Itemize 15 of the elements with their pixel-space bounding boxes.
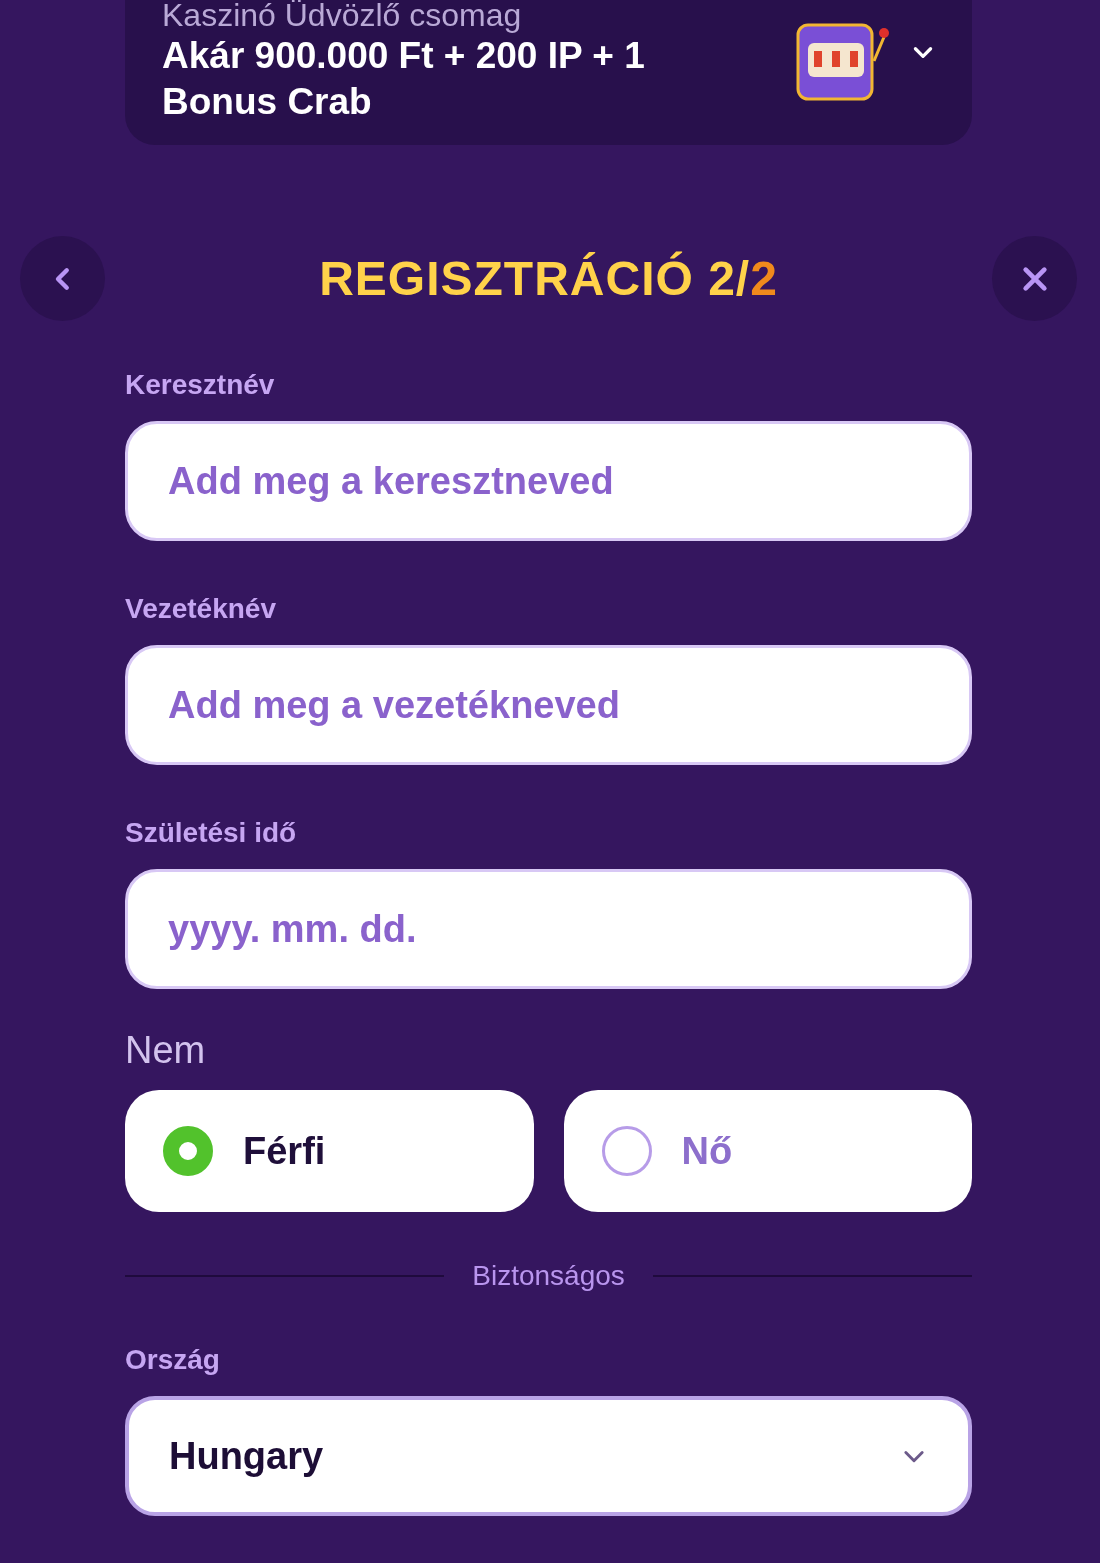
field-label: Születési idő [125,817,298,849]
promo-title: Akár 900.000 Ft + 200 IP + 1 Bonus Crab [162,34,646,124]
country-select[interactable]: Hungary [125,1396,972,1516]
page-title: REGISZTRÁCIÓ 2/2 [319,251,778,306]
radio-option[interactable]: Férfi [125,1090,534,1212]
radio-option[interactable]: Nő [563,1090,972,1212]
slot-machine-icon [794,21,890,103]
field-label: Ország [125,1344,221,1376]
input-field[interactable]: yyyy. mm. dd. [125,869,972,989]
field-label: Keresztnév [125,369,276,401]
gender-label: Nem [125,1029,207,1072]
divider-text: Biztonságos [472,1260,625,1292]
input-field[interactable]: Add meg a vezetékneved [125,645,972,765]
input-field[interactable]: Add meg a keresztneved [125,421,972,541]
field-label: Vezetéknév [125,593,277,625]
